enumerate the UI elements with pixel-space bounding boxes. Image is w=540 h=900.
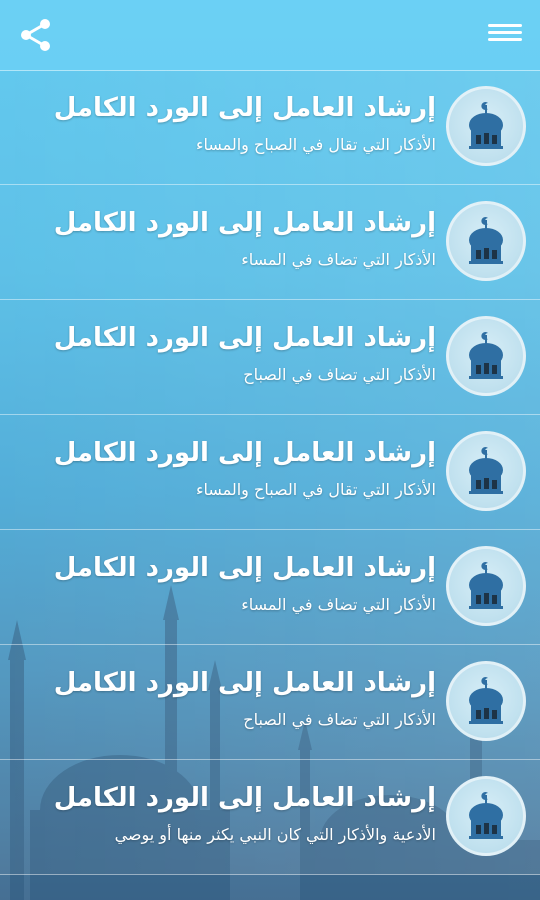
item-subtitle: الأذكار التي تضاف في الصباح <box>243 710 436 729</box>
item-title: إرشاد العامل إلى الورد الكامل <box>53 438 436 468</box>
list-item[interactable]: إرشاد العامل إلى الورد الكامل الأذكار ال… <box>0 415 540 530</box>
list-item[interactable]: إرشاد العامل إلى الورد الكامل الأدعية وا… <box>0 760 540 875</box>
item-subtitle: الأذكار التي تضاف في المساء <box>241 250 436 269</box>
item-title: إرشاد العامل إلى الورد الكامل <box>53 553 436 583</box>
mosque-icon <box>446 201 526 281</box>
share-icon[interactable] <box>18 17 54 53</box>
list-item[interactable]: إرشاد العامل إلى الورد الكامل الأذكار ال… <box>0 300 540 415</box>
hamburger-menu-icon[interactable] <box>488 20 522 50</box>
list-item[interactable]: إرشاد العامل إلى الورد الكامل الأذكار ال… <box>0 185 540 300</box>
mosque-icon <box>446 316 526 396</box>
mosque-icon <box>446 86 526 166</box>
item-title: إرشاد العامل إلى الورد الكامل <box>53 93 436 123</box>
mosque-icon <box>446 661 526 741</box>
item-title: إرشاد العامل إلى الورد الكامل <box>53 323 436 353</box>
list-item[interactable]: إرشاد العامل إلى الورد الكامل الأذكار ال… <box>0 645 540 760</box>
list-item[interactable]: إرشاد العامل إلى الورد الكامل الأذكار ال… <box>0 70 540 185</box>
azkar-list: إرشاد العامل إلى الورد الكامل الأذكار ال… <box>0 70 540 875</box>
app-toolbar <box>0 0 540 71</box>
mosque-icon <box>446 546 526 626</box>
mosque-icon <box>446 776 526 856</box>
mosque-icon <box>446 431 526 511</box>
item-title: إرشاد العامل إلى الورد الكامل <box>53 208 436 238</box>
item-title: إرشاد العامل إلى الورد الكامل <box>53 668 436 698</box>
item-title: إرشاد العامل إلى الورد الكامل <box>53 783 436 813</box>
item-subtitle: الأذكار التي تضاف في المساء <box>241 595 436 614</box>
item-subtitle: الأذكار التي تضاف في الصباح <box>243 365 436 384</box>
list-item[interactable]: إرشاد العامل إلى الورد الكامل الأذكار ال… <box>0 530 540 645</box>
item-subtitle: الأذكار التي تقال في الصباح والمساء <box>195 480 436 499</box>
item-subtitle: الأذكار التي تقال في الصباح والمساء <box>195 135 436 154</box>
item-subtitle: الأدعية والأذكار التي كان النبي يكثر منه… <box>114 825 436 844</box>
